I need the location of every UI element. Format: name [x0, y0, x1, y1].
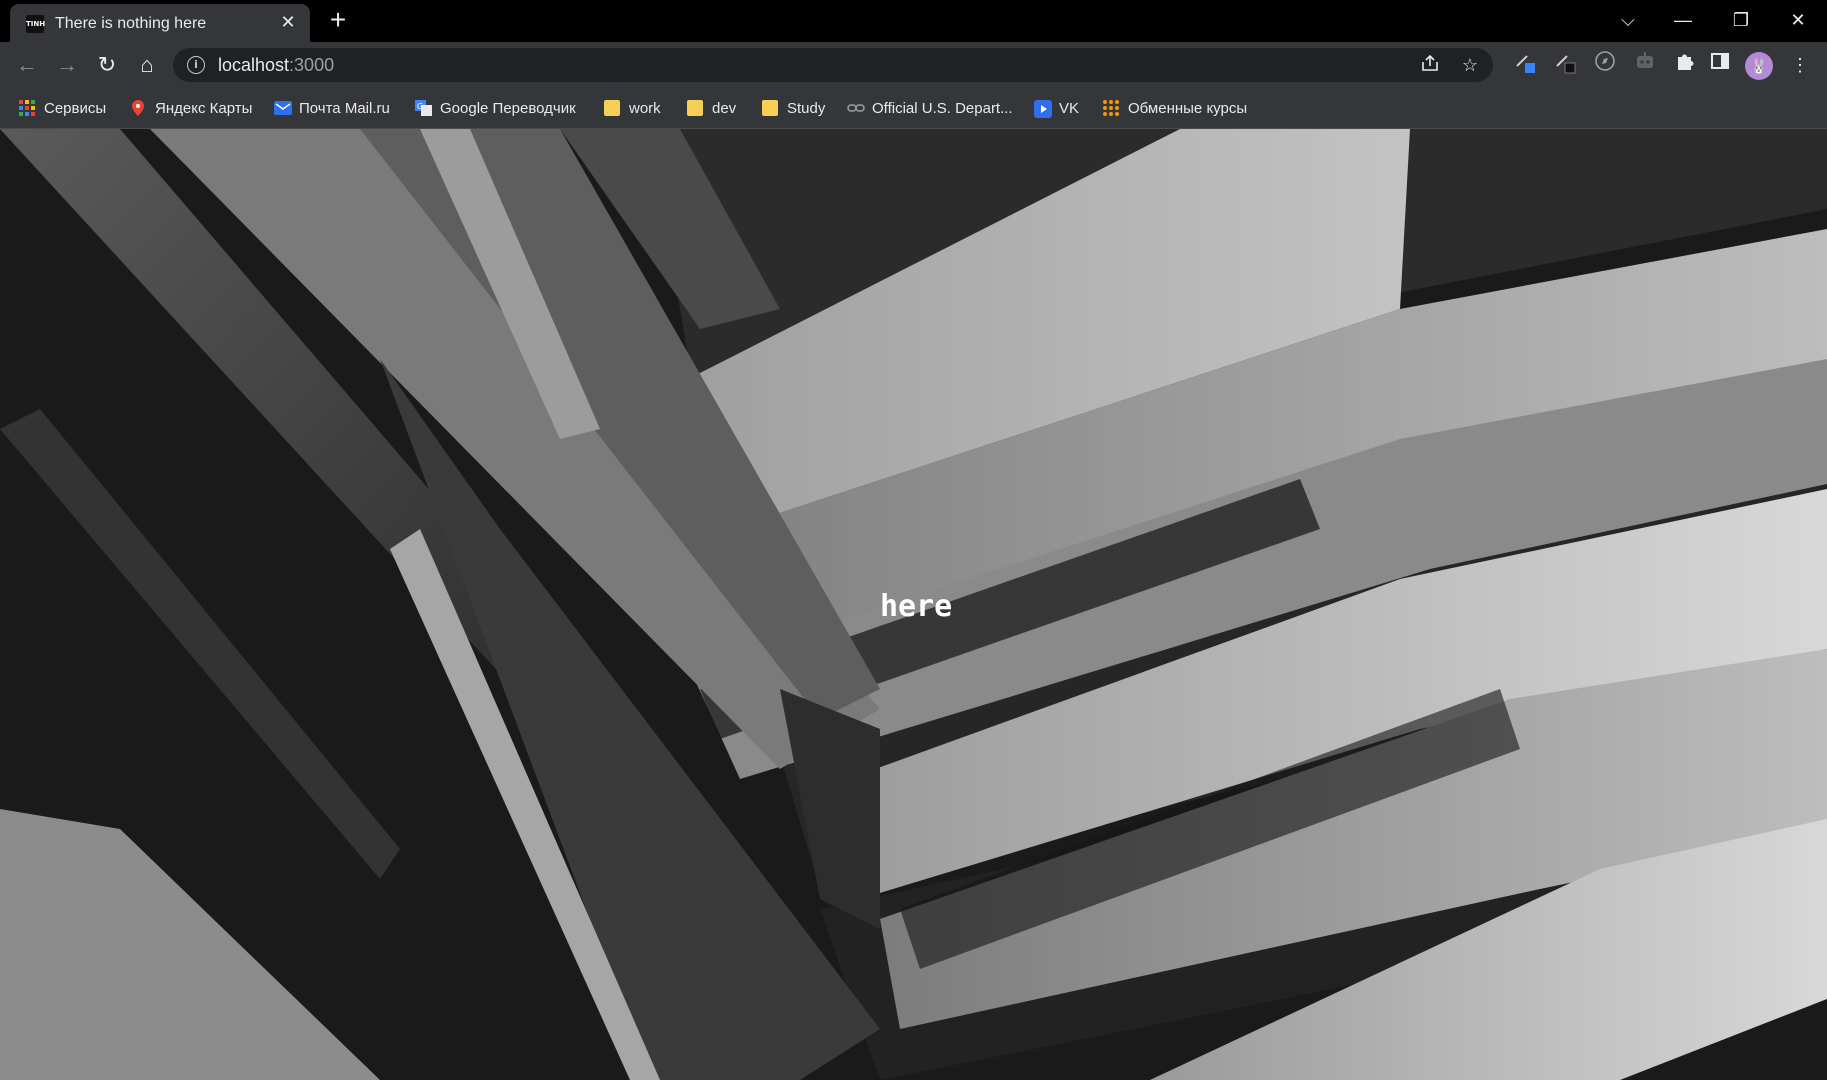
compass-icon[interactable]	[1590, 50, 1620, 80]
bookmark-exchange-rates[interactable]: Обменные курсы	[1103, 97, 1247, 119]
bookmark-label: dev	[712, 99, 737, 117]
bookmark-servisy[interactable]: Сервисы	[19, 97, 106, 119]
sidepanel-icon[interactable]	[1705, 50, 1735, 80]
bookmark-label: Study	[787, 99, 826, 117]
map-pin-icon	[130, 100, 146, 116]
bookmark-label: Official U.S. Depart...	[872, 99, 1013, 117]
tab-title: There is nothing here	[55, 15, 207, 32]
restore-button[interactable]: ❐	[1721, 6, 1761, 34]
star-icon[interactable]: ☆	[1458, 53, 1482, 77]
active-tab[interactable]: TINH There is nothing here ✕	[10, 4, 310, 42]
bookmark-label: VK	[1059, 99, 1080, 117]
vk-icon	[1034, 100, 1052, 118]
bookmarks-bar: Сервисы Яндекс Карты Почта Mail.ru G Goo…	[0, 88, 1827, 129]
minimize-button[interactable]: —	[1663, 6, 1703, 34]
window-close-button[interactable]: ✕	[1778, 6, 1818, 34]
robot-icon[interactable]	[1630, 50, 1660, 80]
tab-strip: TINH There is nothing here ✕ + ⌵ — ❐ ✕	[0, 0, 1827, 42]
mail-icon	[274, 100, 292, 116]
home-button[interactable]: ⌂	[132, 50, 162, 80]
site-info-icon[interactable]: i	[187, 56, 205, 74]
bookmark-folder-study[interactable]: Study	[762, 97, 825, 119]
folder-icon	[762, 100, 778, 116]
bookmark-google-translate[interactable]: G Google Переводчик	[415, 97, 576, 119]
bookmark-label: Обменные курсы	[1128, 99, 1248, 117]
bookmark-official-us-dept[interactable]: Official U.S. Depart...	[847, 97, 1013, 119]
pen-blue-icon[interactable]	[1510, 50, 1540, 80]
new-tab-button[interactable]: +	[325, 6, 351, 34]
bookmark-folder-dev[interactable]: dev	[687, 97, 736, 119]
tab-close-icon[interactable]: ✕	[278, 12, 298, 32]
bookmark-mail-ru[interactable]: Почта Mail.ru	[274, 97, 390, 119]
pen-black-icon[interactable]	[1550, 50, 1580, 80]
tab-favicon-icon: TINH	[26, 15, 45, 33]
tab-search-dropdown-icon[interactable]: ⌵	[1608, 6, 1648, 34]
back-button[interactable]: ←	[12, 50, 42, 80]
puzzle-icon[interactable]	[1670, 50, 1700, 80]
bookmark-vk[interactable]: VK	[1034, 97, 1079, 119]
url-port: :3000	[289, 55, 335, 75]
bookmark-label: Яндекс Карты	[155, 99, 253, 117]
bookmark-label: Сервисы	[44, 99, 107, 117]
bookmark-label: Google Переводчик	[440, 99, 576, 117]
apps-grid-icon	[19, 100, 35, 116]
bookmark-yandex-maps[interactable]: Яндекс Карты	[130, 97, 252, 119]
svg-text:G: G	[417, 102, 423, 111]
bookmark-folder-work[interactable]: work	[604, 97, 661, 119]
page-content: here	[0, 129, 1827, 1080]
share-icon[interactable]	[1418, 53, 1442, 77]
profile-avatar[interactable]: 🐰	[1745, 52, 1773, 80]
folder-icon	[687, 100, 703, 116]
reload-button[interactable]: ↻	[92, 50, 122, 80]
translate-icon: G	[415, 100, 432, 116]
folder-icon	[604, 100, 620, 116]
browser-menu-icon[interactable]: ⋮	[1785, 50, 1815, 80]
address-url[interactable]: localhost:3000	[218, 55, 334, 76]
page-message: here	[880, 589, 953, 624]
bookmark-label: work	[629, 99, 661, 117]
forward-button[interactable]: →	[52, 50, 82, 80]
toolbar: ← → ↻ ⌂ i localhost:3000 ☆ 🐰 ⋮	[0, 42, 1827, 88]
url-host: localhost	[218, 55, 290, 75]
bookmark-label: Почта Mail.ru	[299, 99, 390, 117]
browser-chrome: TINH There is nothing here ✕ + ⌵ — ❐ ✕ ←…	[0, 0, 1827, 129]
address-bar[interactable]: i localhost:3000 ☆	[173, 48, 1493, 82]
link-icon	[847, 100, 865, 116]
apps-grid-orange-icon	[1103, 100, 1119, 116]
